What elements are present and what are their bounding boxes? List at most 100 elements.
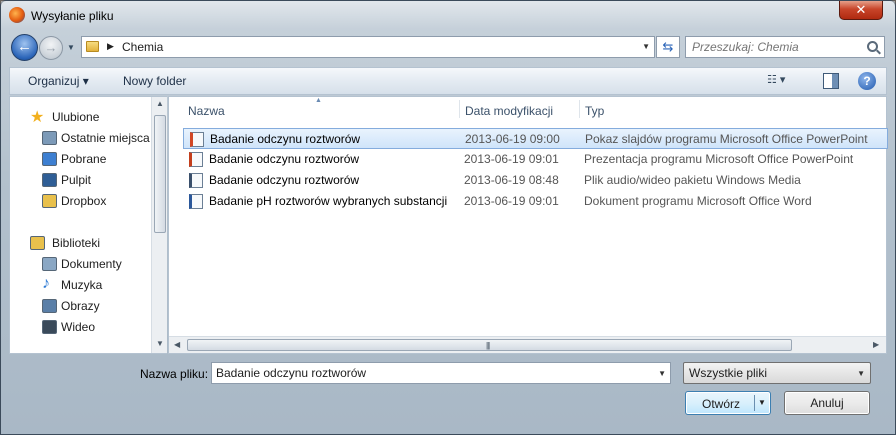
file-date-cell: 2013-06-19 09:01: [464, 194, 559, 208]
column-divider[interactable]: [579, 100, 580, 118]
history-dropdown-icon[interactable]: ▼: [67, 44, 77, 52]
sidebar-item-label: Pulpit: [61, 173, 92, 187]
file-type-cell: Dokument programu Microsoft Office Word: [584, 194, 812, 208]
file-type-cell: Plik audio/wideo pakietu Windows Media: [584, 173, 801, 187]
powerpoint-icon: [189, 152, 203, 167]
sidebar-item[interactable]: Dropbox: [10, 191, 150, 211]
video-icon: [42, 320, 57, 334]
file-type-cell: Pokaz slajdów programu Microsoft Office …: [585, 132, 868, 146]
split-divider: [754, 395, 755, 411]
sidebar-item[interactable]: Pulpit: [10, 170, 150, 190]
view-options-icon[interactable]: ☷ ▾: [767, 73, 803, 89]
sidebar-item[interactable]: ★ Ulubione: [10, 107, 150, 127]
file-date-cell: 2013-06-19 09:00: [465, 132, 560, 146]
sidebar-item-label: Ostatnie miejsca: [61, 131, 150, 145]
sidebar-item-label: Muzyka: [61, 278, 103, 292]
downloads-folder-icon: [42, 152, 57, 166]
horizontal-scroll-thumb[interactable]: |||: [187, 339, 792, 351]
firefox-icon: [9, 7, 25, 23]
sidebar-item[interactable]: ♪ Muzyka: [10, 275, 150, 295]
filename-label: Nazwa pliku:: [140, 367, 209, 381]
cancel-button[interactable]: Anuluj: [784, 391, 870, 415]
open-button[interactable]: Otwórz ▼: [685, 391, 771, 415]
file-date-cell: 2013-06-19 08:48: [464, 173, 559, 187]
sidebar-item[interactable]: Pobrane: [10, 149, 150, 169]
scroll-left-icon[interactable]: ◀: [174, 340, 180, 349]
preview-pane-icon[interactable]: [823, 73, 839, 89]
file-list: ▲ Nazwa Data modyfikacji Typ Badanie odc…: [168, 96, 888, 354]
window-title: Wysyłanie pliku: [31, 9, 114, 23]
sidebar-item-label: Dokumenty: [61, 257, 122, 271]
sort-ascending-icon: ▲: [315, 97, 322, 104]
file-row[interactable]: Badanie pH roztworów wybranych substancj…: [183, 191, 888, 212]
breadcrumb-folder[interactable]: Chemia: [122, 40, 163, 54]
sidebar-item[interactable]: Wideo: [10, 317, 150, 337]
forward-button[interactable]: →: [39, 36, 63, 60]
powerpoint-show-icon: [190, 132, 204, 147]
scroll-right-icon[interactable]: ▶: [873, 340, 879, 349]
column-header-name[interactable]: Nazwa: [188, 104, 225, 118]
title-bar: Wysyłanie pliku: [1, 1, 895, 29]
file-type-dropdown-icon[interactable]: ▼: [857, 369, 865, 378]
sidebar-item[interactable]: Dokumenty: [10, 254, 150, 274]
horizontal-scrollbar[interactable]: ◀ ||| ▶: [169, 336, 886, 353]
address-bar[interactable]: ▶ Chemia ▼: [81, 36, 655, 58]
file-upload-dialog: Wysyłanie pliku ✕ ← → ▼ ▶ Chemia ▼ ⇆ Org…: [0, 0, 896, 435]
libraries-icon: [30, 236, 45, 250]
star-icon: ★: [30, 109, 45, 126]
folder-icon: [42, 194, 57, 208]
file-row[interactable]: Badanie odczynu roztworów 2013-06-19 08:4…: [183, 170, 888, 191]
help-icon[interactable]: ?: [858, 72, 876, 90]
sidebar-item-label: Ulubione: [52, 110, 100, 124]
grip-icon: |||: [486, 341, 490, 350]
file-date-cell: 2013-06-19 09:01: [464, 152, 559, 166]
filename-dropdown-icon[interactable]: ▼: [658, 369, 666, 378]
filename-input[interactable]: Badanie odczynu roztworów ▼: [211, 362, 671, 384]
nav-scroll-thumb[interactable]: [154, 115, 166, 233]
filename-value[interactable]: Badanie odczynu roztworów: [216, 366, 366, 380]
column-header-type[interactable]: Typ: [585, 104, 604, 118]
scroll-up-icon[interactable]: ▲: [156, 99, 164, 108]
pictures-icon: [42, 299, 57, 313]
nav-scrollbar[interactable]: ▲ ▼: [151, 97, 167, 353]
file-row[interactable]: Badanie odczynu roztworów 2013-06-19 09:0…: [183, 149, 888, 170]
file-name-cell: Badanie odczynu roztworów: [209, 173, 360, 187]
column-header-date[interactable]: Data modyfikacji: [465, 104, 553, 118]
documents-icon: [42, 257, 57, 271]
scroll-down-icon[interactable]: ▼: [156, 339, 164, 348]
media-file-icon: [189, 173, 203, 188]
sidebar-item-label: Obrazy: [61, 299, 100, 313]
breadcrumb-arrow-icon[interactable]: ▶: [107, 41, 114, 52]
sidebar-item[interactable]: Biblioteki: [10, 233, 150, 253]
refresh-button[interactable]: ⇆: [656, 36, 680, 58]
close-button[interactable]: ✕: [839, 1, 883, 20]
open-options-dropdown-icon[interactable]: ▼: [758, 398, 766, 407]
file-name-cell: Badanie pH roztworów wybranych substancj…: [209, 194, 448, 208]
search-icon[interactable]: [867, 41, 878, 52]
folder-icon: [86, 41, 99, 52]
file-name-cell: Badanie odczynu roztworów: [209, 152, 360, 166]
organize-button[interactable]: Organizuj ▾: [28, 74, 89, 88]
sidebar-item[interactable]: Ostatnie miejsca: [10, 128, 150, 148]
recent-places-icon: [42, 131, 57, 145]
new-folder-button[interactable]: Nowy folder: [123, 74, 186, 88]
sidebar-item-label: Dropbox: [61, 194, 107, 208]
column-divider[interactable]: [459, 100, 460, 118]
file-name-cell: Badanie odczynu roztworów: [210, 132, 361, 146]
file-type-cell: Prezentacja programu Microsoft Office Po…: [584, 152, 854, 166]
back-button[interactable]: ←: [11, 34, 38, 61]
sidebar-item-label: Pobrane: [61, 152, 107, 166]
search-box[interactable]: [685, 36, 885, 58]
open-button-label[interactable]: Otwórz: [702, 397, 740, 411]
sidebar-item-label: Wideo: [61, 320, 96, 334]
file-type-select[interactable]: Wszystkie pliki ▼: [683, 362, 871, 384]
file-row[interactable]: Badanie odczynu roztworów 2013-06-19 09:0…: [183, 128, 888, 149]
music-icon: ♪: [42, 275, 50, 292]
word-document-icon: [189, 194, 203, 209]
search-input[interactable]: [692, 40, 852, 54]
command-bar: Organizuj ▾ Nowy folder ☷ ▾ ?: [9, 67, 887, 95]
sidebar-item[interactable]: Obrazy: [10, 296, 150, 316]
address-dropdown-icon[interactable]: ▼: [642, 42, 650, 51]
file-type-value[interactable]: Wszystkie pliki: [689, 366, 767, 380]
desktop-icon: [42, 173, 57, 187]
